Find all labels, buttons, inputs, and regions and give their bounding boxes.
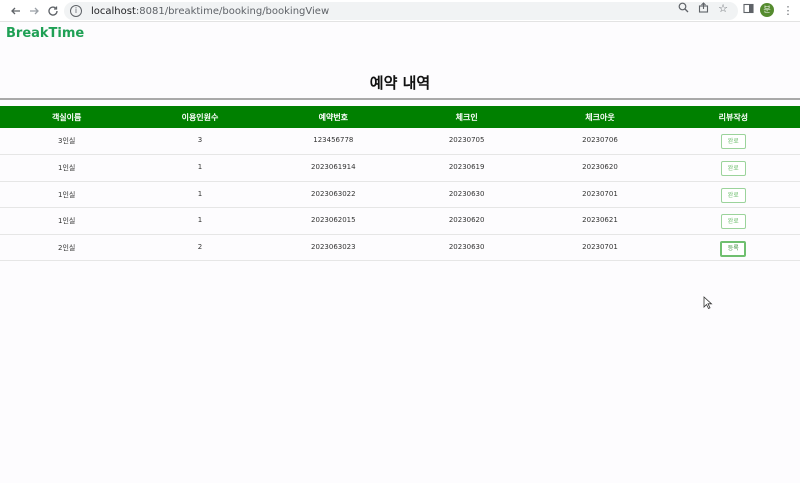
cell-review: 완료 [667, 128, 800, 155]
reload-icon[interactable] [45, 3, 61, 19]
url-host: localhost [91, 5, 136, 17]
cell-checkout: 20230701 [582, 189, 618, 198]
cell-guests: 3 [197, 136, 203, 144]
cell-checkin: 20230630 [448, 242, 485, 251]
cell-room: 2인실 [57, 243, 76, 252]
booking-table: 객실이름 이용인원수 예약번호 체크인 체크아웃 리뷰작성 3인실 3 1234… [0, 106, 800, 261]
cell-checkout: 20230701 [582, 242, 618, 251]
forward-icon[interactable] [26, 3, 42, 19]
column-header-room: 객실이름 [51, 112, 82, 122]
table-header-row: 객실이름 이용인원수 예약번호 체크인 체크아웃 리뷰작성 [0, 106, 800, 128]
cell-checkin: 20230630 [448, 189, 485, 198]
browser-toolbar: i localhost:8081/breaktime/booking/booki… [0, 0, 800, 22]
cell-checkin: 20230705 [448, 136, 485, 144]
cell-review: 완료 [667, 181, 800, 208]
profile-avatar[interactable]: 분 [760, 3, 774, 17]
review-register-button[interactable]: 등록 [720, 240, 747, 257]
cell-booking-no: 2023063023 [311, 242, 356, 251]
cell-checkout: 20230621 [582, 216, 618, 224]
column-header-guests: 이용인원수 [181, 112, 219, 122]
column-header-review: 리뷰작성 [718, 112, 749, 122]
page-title: 예약 내역 [369, 74, 431, 92]
mouse-cursor-icon [703, 296, 713, 310]
cell-review: 등록 [667, 234, 800, 261]
cell-room: 1인실 [57, 217, 76, 225]
column-header-booking-no: 예약번호 [318, 112, 349, 122]
cell-room: 3인실 [57, 137, 76, 145]
zoom-icon[interactable] [676, 2, 690, 16]
table-row: 1인실 1 2023061914 20230619 20230620 완료 [0, 155, 800, 182]
review-done-button[interactable]: 완료 [720, 214, 746, 229]
cell-room: 1인실 [57, 164, 76, 172]
cell-guests: 1 [197, 216, 203, 224]
site-info-icon[interactable]: i [70, 5, 82, 17]
address-bar[interactable]: i localhost:8081/breaktime/booking/booki… [64, 2, 738, 20]
cell-checkin: 20230619 [448, 163, 485, 171]
title-divider [0, 98, 800, 100]
cell-checkout: 20230706 [582, 136, 618, 144]
table-row: 3인실 3 123456778 20230705 20230706 완료 [0, 128, 800, 155]
cell-guests: 2 [197, 242, 203, 251]
cell-guests: 1 [197, 163, 203, 171]
cell-checkin: 20230620 [448, 216, 485, 224]
cell-booking-no: 2023061914 [311, 163, 356, 171]
url-text: localhost:8081/breaktime/booking/booking… [91, 6, 329, 17]
table-row: 2인실 2 2023063023 20230630 20230701 등록 [0, 234, 800, 261]
column-header-checkin: 체크인 [455, 112, 478, 122]
review-done-button[interactable]: 완료 [720, 187, 746, 203]
share-icon[interactable] [696, 2, 710, 16]
cell-booking-no: 2023062015 [311, 216, 356, 224]
column-header-checkout: 체크아웃 [585, 112, 615, 122]
cell-review: 완료 [667, 155, 800, 182]
cell-booking-no: 2023063022 [311, 189, 356, 198]
table-row: 1인실 1 2023062015 20230620 20230621 완료 [0, 208, 800, 235]
back-icon[interactable] [8, 3, 24, 19]
cell-review: 완료 [667, 208, 800, 235]
cell-checkout: 20230620 [582, 163, 618, 171]
menu-kebab-icon[interactable]: ⋮ [780, 3, 796, 19]
cell-booking-no: 123456778 [313, 136, 354, 144]
cell-room: 1인실 [57, 190, 76, 199]
url-path: :8081/breaktime/booking/bookingView [135, 5, 330, 17]
review-done-button[interactable]: 완료 [720, 161, 746, 176]
table-row: 1인실 1 2023063022 20230630 20230701 완료 [0, 181, 800, 208]
review-done-button[interactable]: 완료 [720, 134, 746, 149]
cell-guests: 1 [197, 189, 203, 198]
site-logo[interactable]: BreakTime [6, 26, 84, 41]
side-panel-icon[interactable] [740, 3, 756, 19]
bookmark-star-icon[interactable]: ☆ [716, 2, 730, 16]
